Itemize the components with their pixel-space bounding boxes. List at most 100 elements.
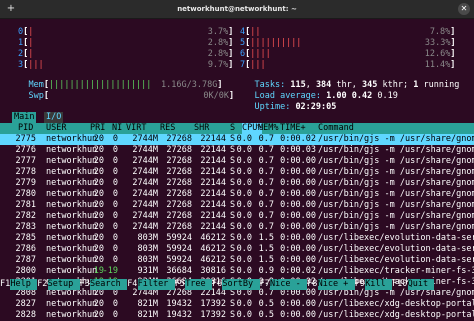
tasks-line: Tasks: 115, 384 thr, 345 kthr; 1 running [254, 80, 460, 90]
tab-main[interactable]: Main [12, 112, 37, 123]
cell-virt: 2744M [132, 189, 158, 199]
fkey-f5-label[interactable]: Tree [185, 279, 212, 290]
fkey-f4-label[interactable]: Filter [137, 279, 175, 290]
cell-res: 59924 [166, 244, 192, 254]
cell-cmd: /usr/libexec/xdg-desktop-portal [318, 310, 474, 320]
process-row[interactable]: 2828 networkhun 20 0 821M 19432 17392 S 0.0 0.5 0:… [0, 310, 474, 321]
process-row[interactable]: 2785 networkhun 20 0 803M 59924 46212 S 0.0 1.5 0:… [0, 233, 474, 244]
cell-pid: 2787 [15, 255, 36, 265]
cell-mem: 0.7 [258, 134, 274, 144]
column-res-header[interactable]: RES [160, 123, 175, 134]
cell-s: S [230, 244, 236, 254]
cell-mem: 0.5 [258, 299, 274, 309]
cell-virt: 2744M [132, 167, 158, 177]
tab-io[interactable]: I/O [44, 112, 64, 123]
fkey-f10[interactable]: F10 [392, 279, 407, 290]
process-row[interactable]: 2775 networkhun 20 0 2744M 27268 22144 S 0.0 0.7 0… [0, 134, 474, 145]
process-row[interactable]: 2782 networkhun 20 0 2744M 27268 22144 S 0.0 0.7 0… [0, 211, 474, 222]
column-user-header[interactable]: USER [46, 123, 66, 134]
cell-virt: 2744M [132, 222, 158, 232]
cell-cmd: /usr/bin/gjs -m /usr/share/gnome- [318, 167, 474, 177]
cell-res: 27268 [166, 134, 192, 144]
cell-shr: 46212 [200, 233, 226, 243]
fkey-f7[interactable]: F7 [260, 279, 270, 290]
process-row[interactable]: 2786 networkhun 20 0 803M 59924 46212 S 0.0 1.5 0:… [0, 244, 474, 255]
column-s-header[interactable]: S [230, 123, 235, 134]
cpu-pct: 2.8% [207, 38, 229, 48]
process-row[interactable]: 2787 networkhun 20 0 803M 59924 46212 S 0.0 1.5 0:… [0, 255, 474, 266]
cell-cpu: 0.0 [236, 211, 252, 221]
cell-pid: 2828 [15, 310, 36, 320]
cell-shr: 22144 [200, 189, 226, 199]
cell-pid: 2800 [15, 266, 36, 276]
cell-s: S [230, 134, 236, 144]
fkey-f7-label[interactable]: Nice - [270, 279, 308, 290]
cell-time: 0:00.00 [280, 255, 316, 265]
fkey-f6-label[interactable]: SortBy [222, 279, 260, 290]
column-virt-header[interactable]: VIRT [126, 123, 146, 134]
fkey-f1-label[interactable]: Help [10, 279, 38, 290]
cell-res: 27268 [166, 178, 192, 188]
cell-cmd: /usr/libexec/evolution-data-serve [318, 233, 474, 243]
cell-time: 0:00.02 [280, 266, 316, 276]
fkey-f8[interactable]: F8 [307, 279, 317, 290]
process-row[interactable]: 2777 networkhun 20 0 2744M 27268 22144 S 0.0 0.7 0… [0, 156, 474, 167]
cell-pid: 2785 [15, 233, 36, 243]
cell-s: S [230, 255, 236, 265]
column-time-header[interactable]: TIME+ [280, 123, 306, 134]
tasks-running-label: running [423, 80, 460, 90]
cell-ni: 0 [112, 189, 118, 199]
column-mem-header[interactable]: MEM% [258, 123, 278, 134]
cell-mem: 0.7 [258, 200, 274, 210]
fkey-f3-label[interactable]: Search [90, 279, 128, 290]
process-row[interactable]: 2783 networkhun 20 0 2744M 27268 22144 S 0.0 0.7 0… [0, 222, 474, 233]
cell-user: networkhun [46, 211, 98, 221]
column-ni-header[interactable]: NI [112, 123, 122, 134]
process-row[interactable]: 2779 networkhun 20 0 2744M 27268 22144 S 0.0 0.7 0… [0, 178, 474, 189]
fkey-f3[interactable]: F3 [80, 279, 90, 290]
column-pid-header[interactable]: PID [18, 123, 33, 134]
process-row[interactable]: 2781 networkhun 20 0 2744M 27268 22144 S 0.0 0.7 0… [0, 200, 474, 211]
column-command-header[interactable]: Command [318, 123, 354, 134]
cell-pid: 2775 [15, 134, 36, 144]
process-row[interactable]: 2780 networkhun 20 0 2744M 27268 22144 S 0.0 0.7 0… [0, 189, 474, 200]
fkey-f8-label[interactable]: Nice + [317, 279, 355, 290]
fkey-f9-label[interactable]: Kill [365, 279, 392, 290]
process-row[interactable]: 2827 networkhun 20 0 821M 19432 17392 S 0.0 0.5 0:… [0, 299, 474, 310]
cpu-meter-0: 0[| 3.7%] [18, 27, 233, 38]
process-row[interactable]: 2776 networkhun 20 0 2744M 27268 22144 S 0.0 0.7 0… [0, 145, 474, 156]
close-icon[interactable]: ✕ [458, 3, 470, 15]
column-pri-header[interactable]: PRI [90, 123, 105, 134]
fkey-f2[interactable]: F2 [37, 279, 47, 290]
cell-user: networkhun [46, 167, 98, 177]
cell-mem: 1.5 [258, 255, 274, 265]
cell-cmd: /usr/bin/gjs -m /usr/share/gnome- [318, 178, 474, 188]
cell-user: networkhun [46, 266, 98, 276]
terminal[interactable]: 0[| 3.7%] 1[| 2.8%] 2[| 2.8%] 3[||| 9.7%] 4[|| 7.… [0, 19, 474, 320]
fkey-f4[interactable]: F4 [127, 279, 137, 290]
fkey-f9[interactable]: F9 [355, 279, 365, 290]
cell-time: 0:00.00 [280, 200, 316, 210]
fkey-f2-label[interactable]: Setup [47, 279, 80, 290]
cpu-bar: |||||||||| [250, 38, 302, 48]
cell-res: 36684 [166, 266, 192, 276]
cell-res: 59924 [166, 233, 192, 243]
cell-virt: 803M [137, 244, 158, 254]
process-row[interactable]: 2800 networkhun 19 -19 931M 36684 30816 S 0.0 0.9… [0, 266, 474, 277]
cell-s: S [230, 156, 236, 166]
fkey-f5[interactable]: F5 [175, 279, 185, 290]
cell-res: 27268 [166, 200, 192, 210]
process-row[interactable]: 2778 networkhun 20 0 2744M 27268 22144 S 0.0 0.7 0… [0, 167, 474, 178]
cell-pri: 20 [93, 178, 104, 188]
cell-pri: 20 [93, 310, 104, 320]
cell-virt: 931M [137, 266, 158, 276]
cell-s: S [230, 211, 236, 221]
function-key-bar: F1 Help F2 Setup F3 Search F4 Filter F5 Tree F6 Sor… [0, 279, 474, 290]
cell-cpu: 0.0 [236, 134, 252, 144]
mem-meter: Mem[|||||||||||||||||||| 1.16G/3.78G] [28, 80, 223, 90]
fkey-f10-label[interactable]: Quit [407, 279, 435, 290]
cell-pid: 2778 [15, 167, 36, 177]
fkey-f6[interactable]: F6 [212, 279, 222, 290]
column-shr-header[interactable]: SHR [194, 123, 209, 134]
fkey-f1[interactable]: F1 [0, 279, 10, 290]
